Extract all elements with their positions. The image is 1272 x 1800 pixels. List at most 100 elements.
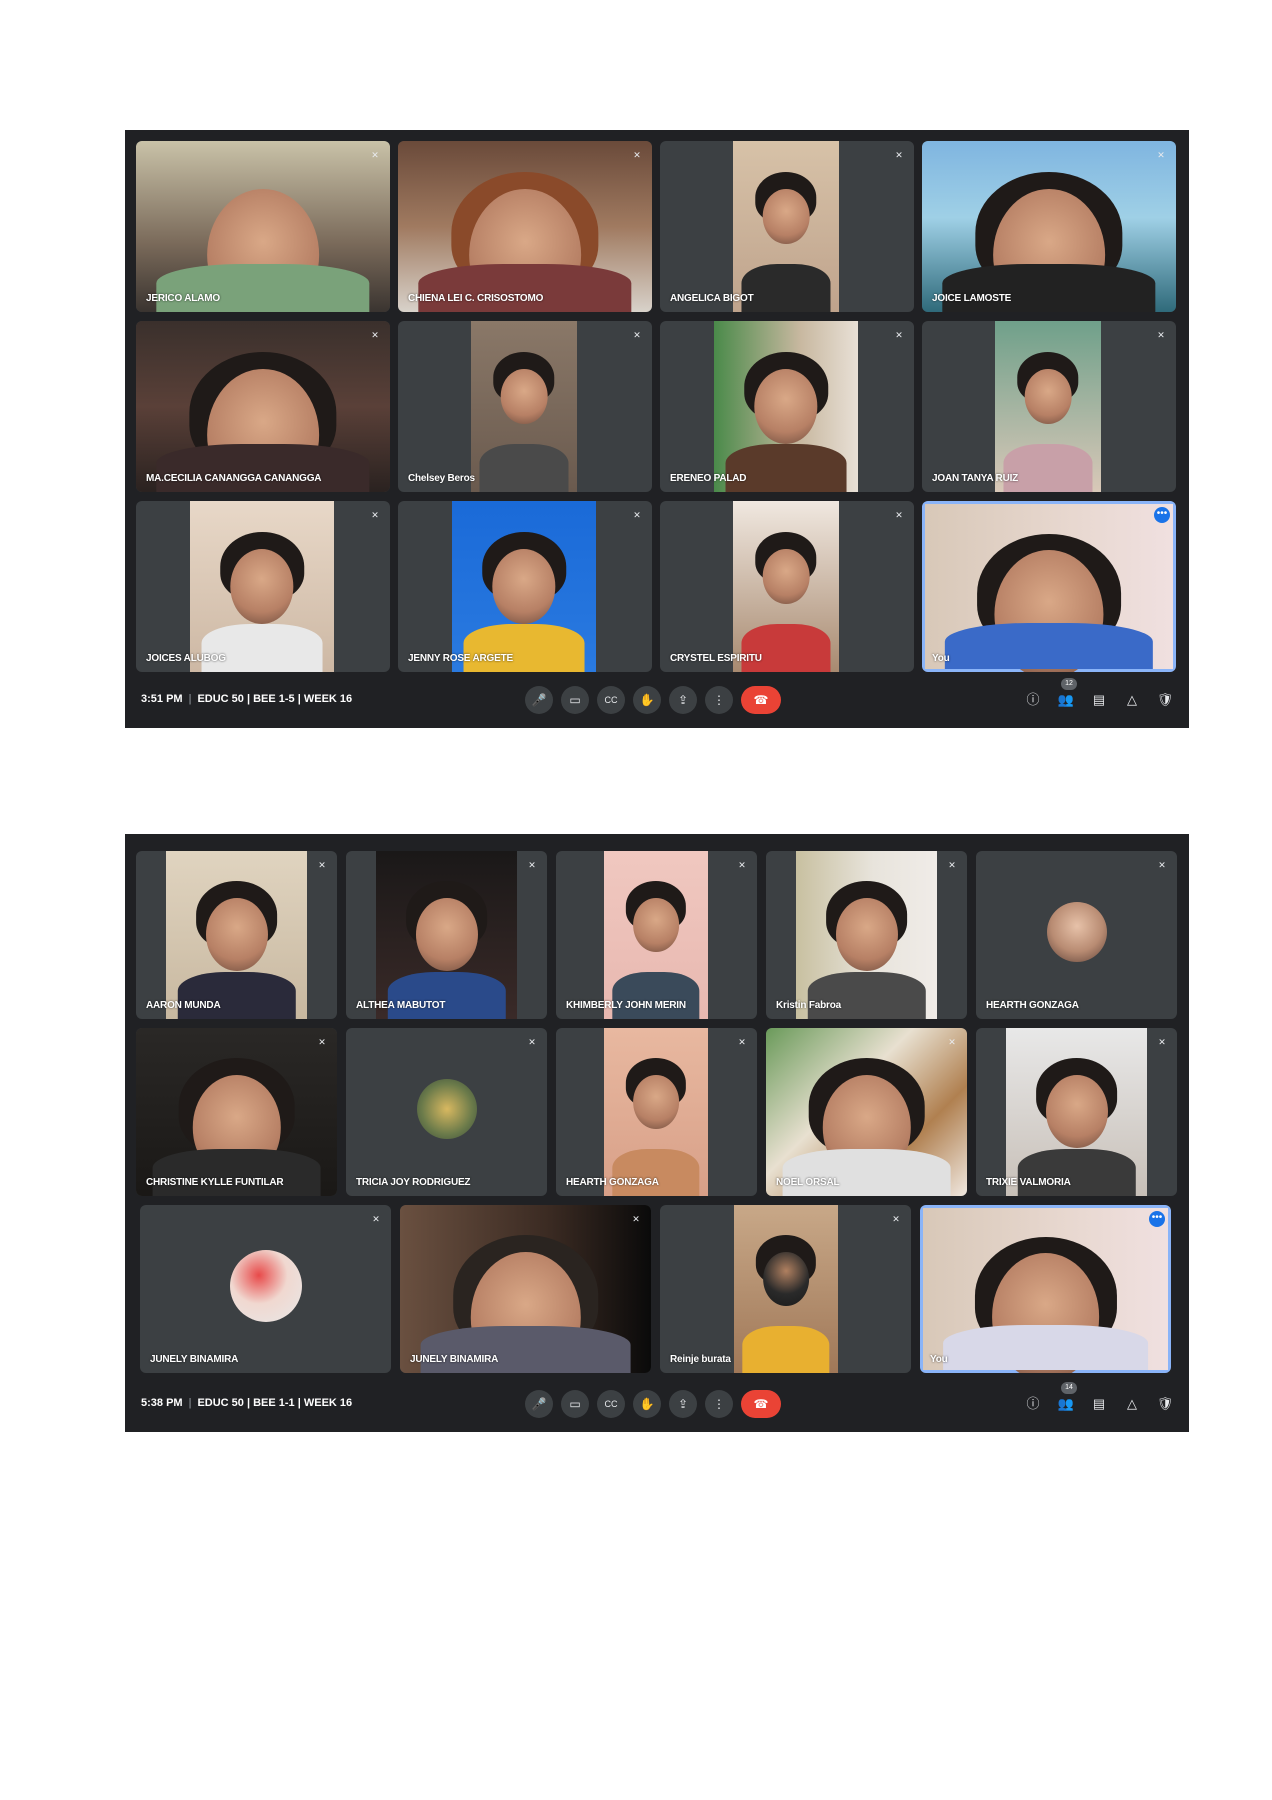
participant-name: ALTHEA MABUTOT (356, 1000, 446, 1011)
participant-tile[interactable]: ✕ JENNY ROSE ARGETE (398, 501, 652, 672)
hang-up-button[interactable]: ☎ (741, 1390, 781, 1418)
participant-video (136, 321, 390, 492)
participant-tile[interactable]: ✕ Kristin Fabroa (766, 851, 967, 1019)
self-tile[interactable]: ••• You (922, 501, 1176, 672)
participant-name: Chelsey Beros (408, 473, 475, 484)
participant-video (1006, 1028, 1147, 1196)
participant-name: TRIXIE VALMORIA (986, 1177, 1071, 1188)
mic-off-icon: ✕ (633, 150, 641, 160)
mic-off-icon: ✕ (528, 1037, 536, 1047)
participant-tile[interactable]: ✕ ALTHEA MABUTOT (346, 851, 547, 1019)
mic-off-icon: ✕ (895, 510, 903, 520)
host-controls-icon[interactable]: 🛡 (1151, 686, 1179, 714)
mic-button[interactable]: 🎤 (525, 686, 553, 714)
participant-video (166, 851, 307, 1019)
participant-tile[interactable]: ✕ ERENEO PALAD (660, 321, 914, 492)
more-options-button[interactable]: ⋮ (705, 1390, 733, 1418)
camera-button[interactable]: ▭ (561, 686, 589, 714)
participant-tile[interactable]: ✕ JUNELY BINAMIRA (140, 1205, 391, 1373)
participant-tile[interactable]: ✕ JOICES ALUBOG (136, 501, 390, 672)
mic-off-icon: ✕ (895, 150, 903, 160)
participant-tile[interactable]: ✕ JOICE LAMOSTE (922, 141, 1176, 312)
participant-tile[interactable]: ✕ MA.CECILIA CANANGGA CANANGGA (136, 321, 390, 492)
more-options-icon[interactable]: ••• (1149, 1211, 1165, 1227)
participant-name: CRYSTEL ESPIRITU (670, 653, 762, 664)
more-options-icon[interactable]: ••• (1154, 507, 1170, 523)
self-tile[interactable]: ••• You (920, 1205, 1171, 1373)
participant-video (604, 851, 708, 1019)
participant-tile[interactable]: ✕ CRYSTEL ESPIRITU (660, 501, 914, 672)
activities-icon[interactable]: △ (1118, 686, 1146, 714)
info-icon[interactable]: ⓘ (1019, 1390, 1047, 1418)
participant-tile[interactable]: ✕ Chelsey Beros (398, 321, 652, 492)
participant-tile[interactable]: ✕ JERICO ALAMO (136, 141, 390, 312)
meeting-name: EDUC 50 | BEE 1-1 | WEEK 16 (197, 1397, 353, 1409)
meeting-time: 3:51 PM (141, 693, 183, 705)
participant-name: ERENEO PALAD (670, 473, 747, 484)
participant-video (796, 851, 937, 1019)
participant-tile[interactable]: ✕ JUNELY BINAMIRA (400, 1205, 651, 1373)
raise-hand-button[interactable]: ✋ (633, 1390, 661, 1418)
mic-off-icon: ✕ (372, 1214, 380, 1224)
participant-tile[interactable]: ✕ NOEL ORSAL (766, 1028, 967, 1196)
meeting-name: EDUC 50 | BEE 1-5 | WEEK 16 (197, 693, 353, 705)
participant-video (190, 501, 334, 672)
info-icon[interactable]: ⓘ (1019, 686, 1047, 714)
participant-name: HEARTH GONZAGA (986, 1000, 1079, 1011)
mic-off-icon: ✕ (948, 1037, 956, 1047)
meeting-info: 3:51 PM | EDUC 50 | BEE 1-5 | WEEK 16 (141, 693, 353, 705)
host-controls-icon[interactable]: 🛡 (1151, 1390, 1179, 1418)
mic-off-icon: ✕ (738, 1037, 746, 1047)
raise-hand-button[interactable]: ✋ (633, 686, 661, 714)
participant-tile[interactable]: ✕ CHIENA LEI C. CRISOSTOMO (398, 141, 652, 312)
participant-name: ANGELICA BIGOT (670, 293, 754, 304)
chat-icon[interactable]: ▤ (1085, 686, 1113, 714)
mic-off-icon: ✕ (371, 510, 379, 520)
meet-window-2: ✕ AARON MUNDA ✕ ALTHEA MABUTOT ✕ KHIMBER… (125, 834, 1189, 1432)
camera-button[interactable]: ▭ (561, 1390, 589, 1418)
more-options-button[interactable]: ⋮ (705, 686, 733, 714)
participant-tile[interactable]: ✕ JOAN TANYA RUIZ (922, 321, 1176, 492)
participant-tile[interactable]: ✕ HEARTH GONZAGA (556, 1028, 757, 1196)
participant-video (376, 851, 517, 1019)
participant-name: JOICES ALUBOG (146, 653, 226, 664)
captions-button[interactable]: CC (597, 686, 625, 714)
captions-button[interactable]: CC (597, 1390, 625, 1418)
participant-video (398, 141, 652, 312)
control-bar: 5:38 PM | EDUC 50 | BEE 1-1 | WEEK 16 🎤 ▭ … (125, 1376, 1189, 1432)
people-icon[interactable]: 👥 12 (1052, 678, 1080, 714)
activities-icon[interactable]: △ (1118, 1390, 1146, 1418)
mic-off-icon: ✕ (892, 1214, 900, 1224)
present-button[interactable]: ⇪ (669, 1390, 697, 1418)
participant-video (452, 501, 596, 672)
participant-name: JUNELY BINAMIRA (410, 1354, 499, 1365)
people-icon[interactable]: 👥 14 (1052, 1382, 1080, 1418)
participant-tile[interactable]: ✕ CHRISTINE KYLLE FUNTILAR (136, 1028, 337, 1196)
participant-name: JOICE LAMOSTE (932, 293, 1012, 304)
mic-off-icon: ✕ (633, 510, 641, 520)
hang-up-button[interactable]: ☎ (741, 686, 781, 714)
participant-video (471, 321, 577, 492)
mic-off-icon: ✕ (528, 860, 536, 870)
mic-button[interactable]: 🎤 (525, 1390, 553, 1418)
participant-video (733, 501, 839, 672)
participant-name: You (930, 1354, 948, 1365)
participant-tile[interactable]: ✕ HEARTH GONZAGA (976, 851, 1177, 1019)
chat-icon[interactable]: ▤ (1085, 1390, 1113, 1418)
participant-name: Kristin Fabroa (776, 1000, 841, 1011)
meeting-time: 5:38 PM (141, 1397, 183, 1409)
participant-name: Reinje burata (670, 1354, 731, 1365)
participant-tile[interactable]: ✕ AARON MUNDA (136, 851, 337, 1019)
participant-tile[interactable]: ✕ KHIMBERLY JOHN MERIN (556, 851, 757, 1019)
present-button[interactable]: ⇪ (669, 686, 697, 714)
participant-tile[interactable]: ✕ TRIXIE VALMORIA (976, 1028, 1177, 1196)
participant-name: CHIENA LEI C. CRISOSTOMO (408, 293, 544, 304)
participant-video (400, 1205, 651, 1373)
control-bar: 3:51 PM | EDUC 50 | BEE 1-5 | WEEK 16 🎤 ▭ … (125, 672, 1189, 728)
participant-tile[interactable]: ✕ ANGELICA BIGOT (660, 141, 914, 312)
participant-name: HEARTH GONZAGA (566, 1177, 659, 1188)
participant-tile[interactable]: ✕ Reinje burata (660, 1205, 911, 1373)
participant-name: You (932, 653, 950, 664)
mic-off-icon: ✕ (633, 330, 641, 340)
participant-tile[interactable]: ✕ TRICIA JOY RODRIGUEZ (346, 1028, 547, 1196)
